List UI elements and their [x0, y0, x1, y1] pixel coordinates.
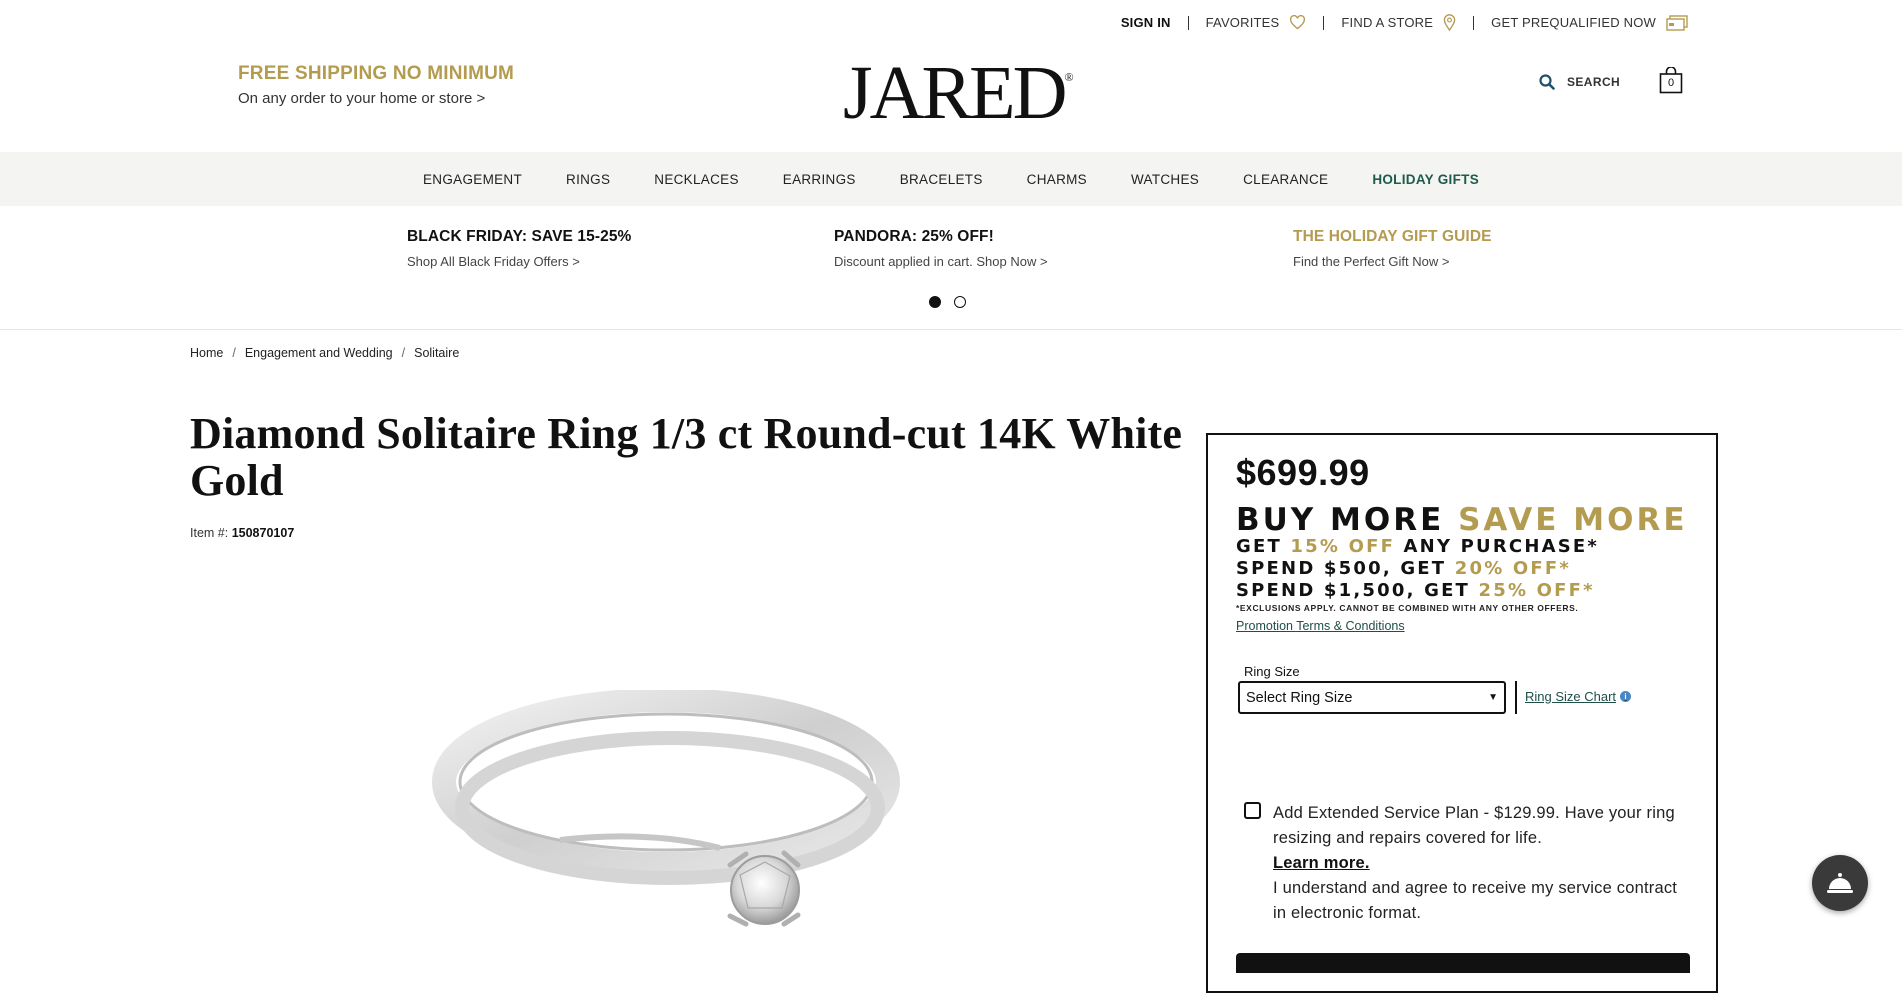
- search-label: SEARCH: [1567, 75, 1621, 89]
- favorites-label: FAVORITES: [1205, 15, 1280, 30]
- service-bell-icon: [1827, 873, 1853, 893]
- promo-text: GET: [1236, 536, 1291, 557]
- carousel-dot-2[interactable]: [954, 296, 966, 308]
- divider: [0, 329, 1902, 330]
- ring-size-select[interactable]: Select Ring Size ▼: [1238, 681, 1506, 714]
- promo-text: ANY PURCHASE*: [1395, 536, 1599, 557]
- offer-subtitle: Find the Perfect Gift Now >: [1293, 254, 1450, 269]
- nav-charms[interactable]: CHARMS: [1005, 172, 1109, 187]
- nav-rings[interactable]: RINGS: [544, 172, 632, 187]
- favorites-link[interactable]: FAVORITES: [1206, 15, 1307, 30]
- prequalified-link[interactable]: GET PREQUALIFIED NOW: [1491, 14, 1688, 31]
- logo-text: JARED: [843, 51, 1067, 135]
- registered-mark: ®: [1064, 70, 1074, 84]
- nav-watches[interactable]: WATCHES: [1109, 172, 1221, 187]
- find-store-label: FIND A STORE: [1341, 15, 1434, 30]
- service-plan-agreement: I understand and agree to receive my ser…: [1273, 879, 1678, 922]
- promo-discount: 25% OFF*: [1478, 580, 1595, 601]
- headline-part-b: SAVE MORE: [1458, 502, 1688, 538]
- offer-subtitle: Discount applied in cart. Shop Now >: [834, 254, 1048, 269]
- ring-size-selected: Select Ring Size: [1246, 689, 1353, 706]
- product-image[interactable]: [430, 690, 930, 967]
- promo-text: SPEND $500, GET: [1236, 558, 1455, 579]
- divider: [1515, 681, 1517, 714]
- breadcrumb: Home / Engagement and Wedding / Solitair…: [190, 346, 459, 360]
- nav-holiday-gifts[interactable]: HOLIDAY GIFTS: [1350, 172, 1501, 187]
- promo-line-3: SPEND $1,500, GET 25% OFF*: [1236, 580, 1595, 601]
- nav-clearance[interactable]: CLEARANCE: [1221, 172, 1350, 187]
- sign-in-link[interactable]: SIGN IN: [1121, 15, 1171, 30]
- offer-title: THE HOLIDAY GIFT GUIDE: [1293, 228, 1492, 245]
- service-plan-description: Add Extended Service Plan - $129.99. Hav…: [1273, 804, 1675, 847]
- offer-title: PANDORA: 25% OFF!: [834, 228, 994, 245]
- offer-black-friday[interactable]: BLACK FRIDAY: SAVE 15-25% Shop All Black…: [407, 228, 631, 269]
- credit-card-icon: [1666, 14, 1688, 31]
- search-icon: [1539, 74, 1555, 90]
- nav-engagement[interactable]: ENGAGEMENT: [401, 172, 544, 187]
- item-number: Item #: 150870107: [190, 526, 294, 540]
- offer-title: BLACK FRIDAY: SAVE 15-25%: [407, 228, 632, 245]
- item-number-value: 150870107: [231, 526, 295, 540]
- buy-more-headline: BUY MORE SAVE MORE: [1236, 502, 1688, 538]
- offer-holiday-guide[interactable]: THE HOLIDAY GIFT GUIDE Find the Perfect …: [1293, 228, 1492, 269]
- main-nav: ENGAGEMENT RINGS NECKLACES EARRINGS BRAC…: [0, 152, 1902, 206]
- info-icon: i: [1620, 691, 1632, 702]
- breadcrumb-separator: /: [232, 346, 236, 360]
- product-price: $699.99: [1236, 452, 1370, 493]
- search-button[interactable]: SEARCH: [1539, 74, 1620, 90]
- promo-line-1: GET 15% OFF ANY PURCHASE*: [1236, 536, 1599, 557]
- nav-bracelets[interactable]: BRACELETS: [878, 172, 1005, 187]
- promo-subtitle: On any order to your home or store >: [238, 90, 486, 107]
- breadcrumb-engagement-wedding[interactable]: Engagement and Wedding: [245, 346, 393, 360]
- utility-bar: SIGN IN FAVORITES FIND A STORE GET PREQU…: [1121, 14, 1688, 31]
- service-plan-checkbox[interactable]: [1244, 802, 1261, 819]
- promo-title: FREE SHIPPING NO MINIMUM: [238, 63, 515, 84]
- find-store-link[interactable]: FIND A STORE: [1341, 14, 1456, 31]
- carousel-dots: [929, 296, 966, 308]
- divider: [1187, 15, 1189, 30]
- bag-count: 0: [1667, 77, 1675, 89]
- headline-part-a: BUY MORE: [1236, 502, 1459, 538]
- breadcrumb-solitaire[interactable]: Solitaire: [414, 346, 459, 360]
- learn-more-link[interactable]: Learn more.: [1273, 851, 1693, 876]
- ring-size-label: Ring Size: [1244, 664, 1300, 679]
- nav-necklaces[interactable]: NECKLACES: [632, 172, 760, 187]
- promo-discount: 20% OFF*: [1454, 558, 1572, 579]
- chevron-down-icon: ▼: [1488, 692, 1498, 703]
- sign-in-label: SIGN IN: [1120, 15, 1171, 30]
- carousel-dot-1[interactable]: [929, 296, 941, 308]
- divider: [1323, 15, 1325, 30]
- exclusions-note: *EXCLUSIONS APPLY. CANNOT BE COMBINED WI…: [1236, 603, 1579, 613]
- add-to-cart-button[interactable]: [1236, 953, 1690, 973]
- jared-logo[interactable]: JARED®: [843, 55, 1074, 131]
- nav-earrings[interactable]: EARRINGS: [761, 172, 878, 187]
- ring-image: [432, 690, 900, 927]
- promo-text: SPEND $1,500, GET: [1236, 580, 1479, 601]
- prequalified-label: GET PREQUALIFIED NOW: [1491, 15, 1656, 30]
- promo-line-2: SPEND $500, GET 20% OFF*: [1236, 558, 1571, 579]
- offer-subtitle: Shop All Black Friday Offers >: [407, 254, 580, 269]
- heart-icon: [1290, 15, 1306, 30]
- shopping-bag-button[interactable]: 0: [1659, 66, 1683, 94]
- ring-size-chart-label: Ring Size Chart: [1525, 689, 1617, 704]
- breadcrumb-home[interactable]: Home: [190, 346, 223, 360]
- promo-discount: 15% OFF: [1290, 536, 1396, 557]
- breadcrumb-separator: /: [401, 346, 406, 360]
- service-plan-text: Add Extended Service Plan - $129.99. Hav…: [1273, 801, 1693, 926]
- promotion-terms-link[interactable]: Promotion Terms & Conditions: [1236, 619, 1405, 633]
- item-number-label: Item #:: [190, 526, 229, 540]
- offer-pandora[interactable]: PANDORA: 25% OFF! Discount applied in ca…: [834, 228, 1048, 269]
- product-title: Diamond Solitaire Ring 1/3 ct Round-cut …: [190, 409, 1183, 505]
- divider: [1473, 15, 1475, 30]
- ring-size-chart-link[interactable]: Ring Size Chart i: [1525, 689, 1632, 704]
- location-pin-icon: [1443, 14, 1456, 31]
- chat-concierge-button[interactable]: [1812, 855, 1868, 911]
- free-shipping-promo[interactable]: FREE SHIPPING NO MINIMUM On any order to…: [238, 63, 514, 107]
